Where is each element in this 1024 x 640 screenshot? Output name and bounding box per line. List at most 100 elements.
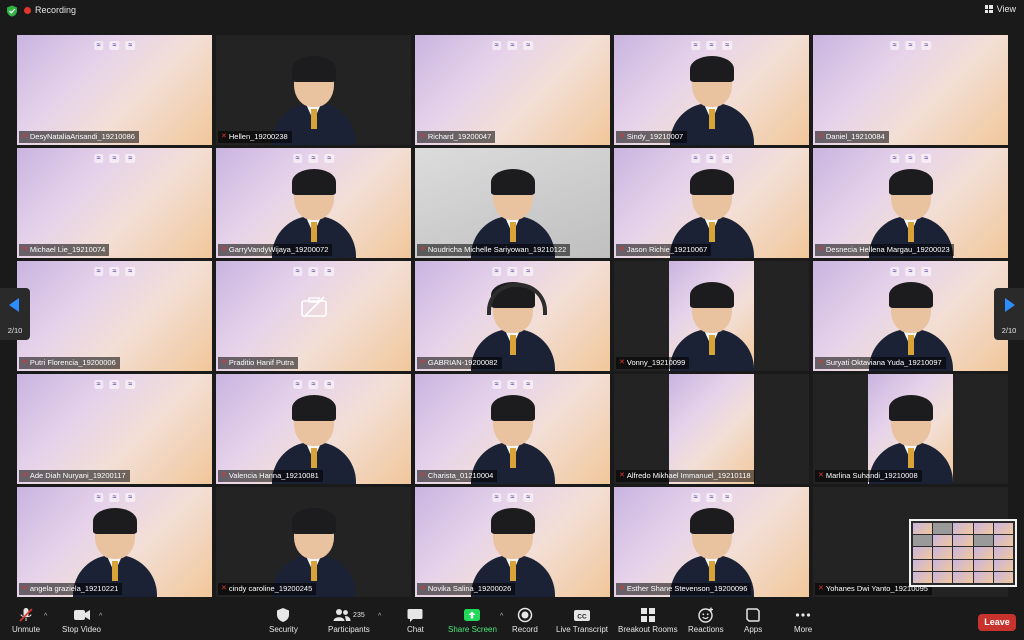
participant-tile[interactable]: ≈ ≈ ≈ ✕ Novika Salina_19200026 (415, 487, 610, 597)
record-label: Record (512, 625, 538, 634)
participants-options-caret[interactable]: ^ (378, 613, 381, 620)
more-button[interactable]: More (794, 606, 812, 634)
mic-off-icon: ✕ (619, 246, 625, 253)
participant-tile[interactable]: ✕ Hellen_19200238 (216, 35, 411, 145)
participant-name-label: ✕ Praditio Hanif Putra (218, 357, 298, 369)
chevron-left-icon (9, 298, 19, 312)
background-logos: ≈ ≈ ≈ (93, 154, 136, 163)
participant-name-label: ✕ Charista_01210004 (417, 470, 498, 482)
participant-tile[interactable]: ✕ cindy caroline_19200245 (216, 487, 411, 597)
participant-name-label: ✕ GarryVandyWijaya_19200072 (218, 244, 333, 256)
gallery-thumbnail[interactable] (909, 519, 1017, 587)
audio-options-caret[interactable]: ^ (44, 613, 47, 620)
participant-name-label: ✕ Noudricha Michelle Sariyowan_19210122 (417, 244, 571, 256)
shield-icon[interactable] (6, 5, 18, 17)
breakout-rooms-button[interactable]: Breakout Rooms (618, 606, 678, 634)
mic-off-icon: ✕ (619, 472, 625, 479)
participant-tile[interactable]: ✕ Vonny_19210099 (614, 261, 809, 371)
video-options-caret[interactable]: ^ (99, 613, 102, 620)
mic-off-icon: ✕ (221, 472, 227, 479)
live-transcript-button[interactable]: CC Live Transcript (556, 606, 608, 634)
participant-name: Jason Richie_19210067 (626, 245, 708, 254)
background-logos: ≈ ≈ ≈ (93, 267, 136, 276)
participant-tile[interactable]: ≈ ≈ ≈ ✕ DesyNataliaArisandi_19210086 (17, 35, 212, 145)
participant-name-label: ✕ Valencia Hanna_19210081 (218, 470, 323, 482)
background-logos: ≈ ≈ ≈ (491, 41, 534, 50)
security-button[interactable]: Security (269, 606, 298, 634)
participant-name: Michael Lie_19210074 (29, 245, 106, 254)
participant-tile[interactable]: ≈ ≈ ≈ ✕ GarryVandyWijaya_19200072 (216, 148, 411, 258)
participant-name-label: ✕ Michael Lie_19210074 (19, 244, 110, 256)
previous-page-button[interactable]: 2/10 (0, 288, 30, 340)
background-logos: ≈ ≈ ≈ (292, 380, 335, 389)
mic-off-icon: ✕ (221, 246, 227, 253)
participant-tile[interactable]: ≈ ≈ ≈ ✕ Michael Lie_19210074 (17, 148, 212, 258)
participants-button[interactable]: 235 Participants (328, 606, 370, 634)
stop-video-button[interactable]: Stop Video (62, 606, 101, 634)
stop-video-label: Stop Video (62, 625, 101, 634)
participant-tile[interactable]: ✕ Noudricha Michelle Sariyowan_19210122 (415, 148, 610, 258)
participant-name-label: ✕ Esther Shane Stevenson_19200096 (616, 583, 752, 595)
apps-button[interactable]: Apps (744, 606, 762, 634)
page-indicator-left: 2/10 (7, 326, 23, 335)
cc-icon: CC (573, 606, 591, 624)
participants-icon: 235 (333, 606, 365, 624)
participant-name: Vonny_19210099 (626, 358, 686, 367)
record-icon (517, 606, 533, 624)
reactions-label: Reactions (688, 625, 724, 634)
participant-tile[interactable]: ≈ ≈ ≈ ✕ Sindy_19210007 (614, 35, 809, 145)
background-logos: ≈ ≈ ≈ (93, 380, 136, 389)
participant-tile[interactable]: ≈ ≈ ≈ ✕ Charista_01210004 (415, 374, 610, 484)
participant-tile[interactable]: ≈ ≈ ≈ ✕ angela graziela_19210221 (17, 487, 212, 597)
chevron-right-icon (1005, 298, 1015, 312)
participant-name-label: ✕ Hellen_19200238 (218, 131, 292, 143)
participant-tile[interactable]: ≈ ≈ ≈ ✕ Praditio Hanif Putra (216, 261, 411, 371)
participant-tile[interactable]: ≈ ≈ ≈ ✕ Esther Shane Stevenson_19200096 (614, 487, 809, 597)
share-options-caret[interactable]: ^ (500, 613, 503, 620)
unmute-button[interactable]: Unmute (12, 606, 40, 634)
mic-off-icon: ✕ (22, 472, 28, 479)
mic-off-icon (18, 606, 34, 624)
participant-tile[interactable]: ≈ ≈ ≈ ✕ Suryati Oktaviana Yuda_19210097 (813, 261, 1008, 371)
background-logos: ≈ ≈ ≈ (491, 267, 534, 276)
participant-name-label: ✕ DesyNataliaArisandi_19210086 (19, 131, 139, 143)
chat-button[interactable]: Chat (407, 606, 424, 634)
reactions-icon (698, 606, 714, 624)
participant-tile[interactable]: ≈ ≈ ≈ ✕ Daniel_19210084 (813, 35, 1008, 145)
recording-indicator[interactable]: Recording (24, 5, 76, 15)
next-page-button[interactable]: 2/10 (994, 288, 1024, 340)
participant-name: GarryVandyWijaya_19200072 (228, 245, 329, 254)
participant-tile[interactable]: ≈ ≈ ≈ ✕ Valencia Hanna_19210081 (216, 374, 411, 484)
participant-tile[interactable]: ≈ ≈ ≈ ✕ Putri Florencia_19200006 (17, 261, 212, 371)
participant-name-label: ✕ Desnecia Hellena Margau_19200023 (815, 244, 954, 256)
view-button[interactable]: View (984, 4, 1016, 14)
participant-tile[interactable]: ≈ ≈ ≈ ✕ Desnecia Hellena Margau_19200023 (813, 148, 1008, 258)
top-bar: Recording View (0, 0, 1024, 22)
mic-off-icon: ✕ (619, 585, 625, 592)
record-dot-icon (24, 6, 31, 14)
mic-off-icon: ✕ (420, 246, 426, 253)
mic-off-icon: ✕ (22, 133, 28, 140)
participant-tile[interactable]: ≈ ≈ ≈ ✕ GABRIAN-19200082 (415, 261, 610, 371)
mic-off-icon: ✕ (818, 246, 824, 253)
participant-tile[interactable]: ✕ Marlina Suhandi_19210008 (813, 374, 1008, 484)
participant-tile[interactable]: ≈ ≈ ≈ ✕ Richard_19200047 (415, 35, 610, 145)
participant-name: Ade Diah Nuryani_19200117 (29, 471, 126, 480)
participant-name-label: ✕ Ade Diah Nuryani_19200117 (19, 470, 130, 482)
video-icon (73, 606, 91, 624)
record-button[interactable]: Record (512, 606, 538, 634)
background-logos: ≈ ≈ ≈ (292, 154, 335, 163)
participants-label: Participants (328, 625, 370, 634)
reactions-button[interactable]: Reactions (688, 606, 724, 634)
participant-tile[interactable]: ✕ Alfredo Mikhael Immanuel_19210118 (614, 374, 809, 484)
participant-name: Alfredo Mikhael Immanuel_19210118 (626, 471, 751, 480)
leave-button[interactable]: Leave (978, 614, 1016, 631)
mic-off-icon: ✕ (420, 472, 426, 479)
participant-tile[interactable]: ≈ ≈ ≈ ✕ Ade Diah Nuryani_19200117 (17, 374, 212, 484)
share-screen-button[interactable]: Share Screen (448, 606, 497, 634)
participant-name: Novika Salina_19200026 (427, 584, 512, 593)
live-transcript-label: Live Transcript (556, 625, 609, 634)
participant-tile[interactable]: ≈ ≈ ≈ ✕ Jason Richie_19210067 (614, 148, 809, 258)
mic-off-icon: ✕ (22, 246, 28, 253)
background-logos: ≈ ≈ ≈ (93, 41, 136, 50)
